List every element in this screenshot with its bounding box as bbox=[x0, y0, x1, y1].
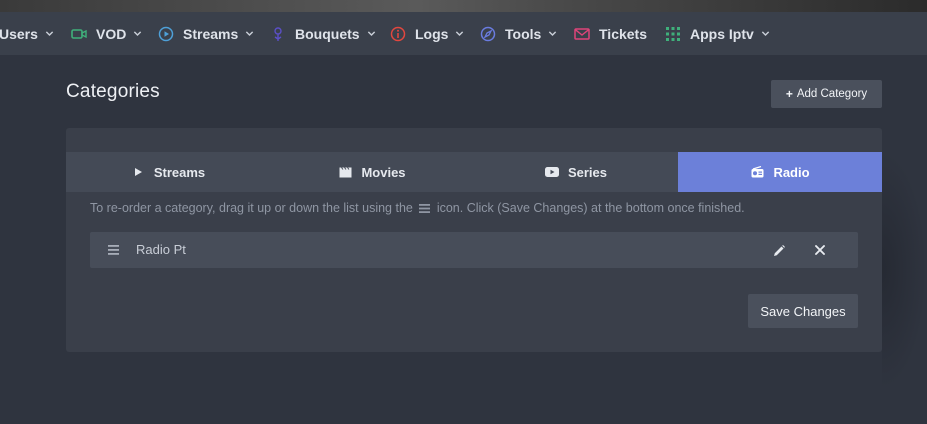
chevron-down-icon bbox=[456, 31, 464, 37]
nav-label-streams: Streams bbox=[183, 25, 239, 42]
info-circle-icon bbox=[390, 26, 406, 42]
chevron-down-icon bbox=[45, 31, 54, 37]
nav-label-users: Users bbox=[0, 25, 38, 42]
nav-item-vod[interactable]: VOD bbox=[71, 12, 142, 55]
grid-icon bbox=[665, 26, 681, 42]
nav-label-bouquets: Bouquets bbox=[295, 25, 360, 42]
category-name: Radio Pt bbox=[136, 242, 186, 257]
category-row[interactable]: Radio Pt bbox=[90, 232, 858, 268]
nav-label-tools: Tools bbox=[505, 25, 542, 42]
page-title: Categories bbox=[66, 81, 160, 102]
envelope-icon bbox=[574, 26, 590, 42]
nav-label-apps-iptv: Apps Iptv bbox=[690, 25, 754, 42]
chevron-down-icon bbox=[134, 31, 142, 37]
play-circle-icon bbox=[158, 26, 174, 42]
flower-icon bbox=[270, 26, 286, 42]
bars-icon bbox=[419, 204, 431, 213]
reorder-hint-end: icon. Click (Save Changes) at the bottom… bbox=[436, 201, 745, 215]
tab-series[interactable]: Series bbox=[474, 152, 678, 192]
video-camera-icon bbox=[71, 26, 87, 42]
reorder-hint-start: To re-order a category, drag it up or do… bbox=[90, 201, 413, 215]
tab-movies[interactable]: Movies bbox=[270, 152, 474, 192]
nav-item-tools[interactable]: Tools bbox=[480, 12, 557, 55]
chevron-down-icon bbox=[549, 31, 557, 37]
nav-item-users[interactable]: Users bbox=[0, 12, 54, 55]
chevron-down-icon bbox=[246, 31, 254, 37]
play-icon bbox=[131, 165, 145, 179]
pencil-icon[interactable] bbox=[772, 244, 786, 258]
nav-item-streams[interactable]: Streams bbox=[158, 12, 254, 55]
add-category-label: Add Category bbox=[796, 88, 868, 100]
nav-label-vod: VOD bbox=[96, 25, 127, 42]
nav-label-logs: Logs bbox=[415, 25, 449, 42]
tab-label-streams: Streams bbox=[153, 164, 206, 180]
youtube-icon bbox=[544, 165, 559, 179]
category-type-tabs: Streams Movies Series Radio bbox=[66, 152, 882, 192]
top-navbar: Users VOD Streams Bouquets Logs Tools Ti… bbox=[0, 12, 927, 55]
compass-icon bbox=[480, 26, 496, 42]
browser-top-strip bbox=[0, 0, 927, 12]
tab-radio[interactable]: Radio bbox=[678, 152, 882, 192]
close-icon[interactable] bbox=[813, 243, 827, 257]
chevron-down-icon bbox=[761, 31, 769, 37]
add-category-button[interactable]: + Add Category bbox=[771, 80, 882, 108]
drag-handle-icon[interactable] bbox=[108, 245, 119, 255]
radio-icon bbox=[750, 165, 764, 179]
tab-label-series: Series bbox=[567, 164, 608, 180]
reorder-hint: To re-order a category, drag it up or do… bbox=[90, 201, 745, 215]
tab-label-radio: Radio bbox=[773, 164, 810, 180]
tab-streams[interactable]: Streams bbox=[66, 152, 270, 192]
nav-item-logs[interactable]: Logs bbox=[390, 12, 464, 55]
nav-item-bouquets[interactable]: Bouquets bbox=[270, 12, 376, 55]
decorative-shadow bbox=[882, 150, 927, 390]
film-icon bbox=[338, 165, 352, 179]
tab-label-movies: Movies bbox=[361, 164, 406, 180]
chevron-down-icon bbox=[367, 31, 375, 37]
nav-label-tickets: Tickets bbox=[599, 25, 647, 42]
nav-item-apps-iptv[interactable]: Apps Iptv bbox=[665, 12, 770, 55]
plus-icon: + bbox=[785, 87, 793, 101]
save-changes-button[interactable]: Save Changes bbox=[748, 294, 858, 328]
nav-item-tickets[interactable]: Tickets bbox=[574, 12, 647, 55]
